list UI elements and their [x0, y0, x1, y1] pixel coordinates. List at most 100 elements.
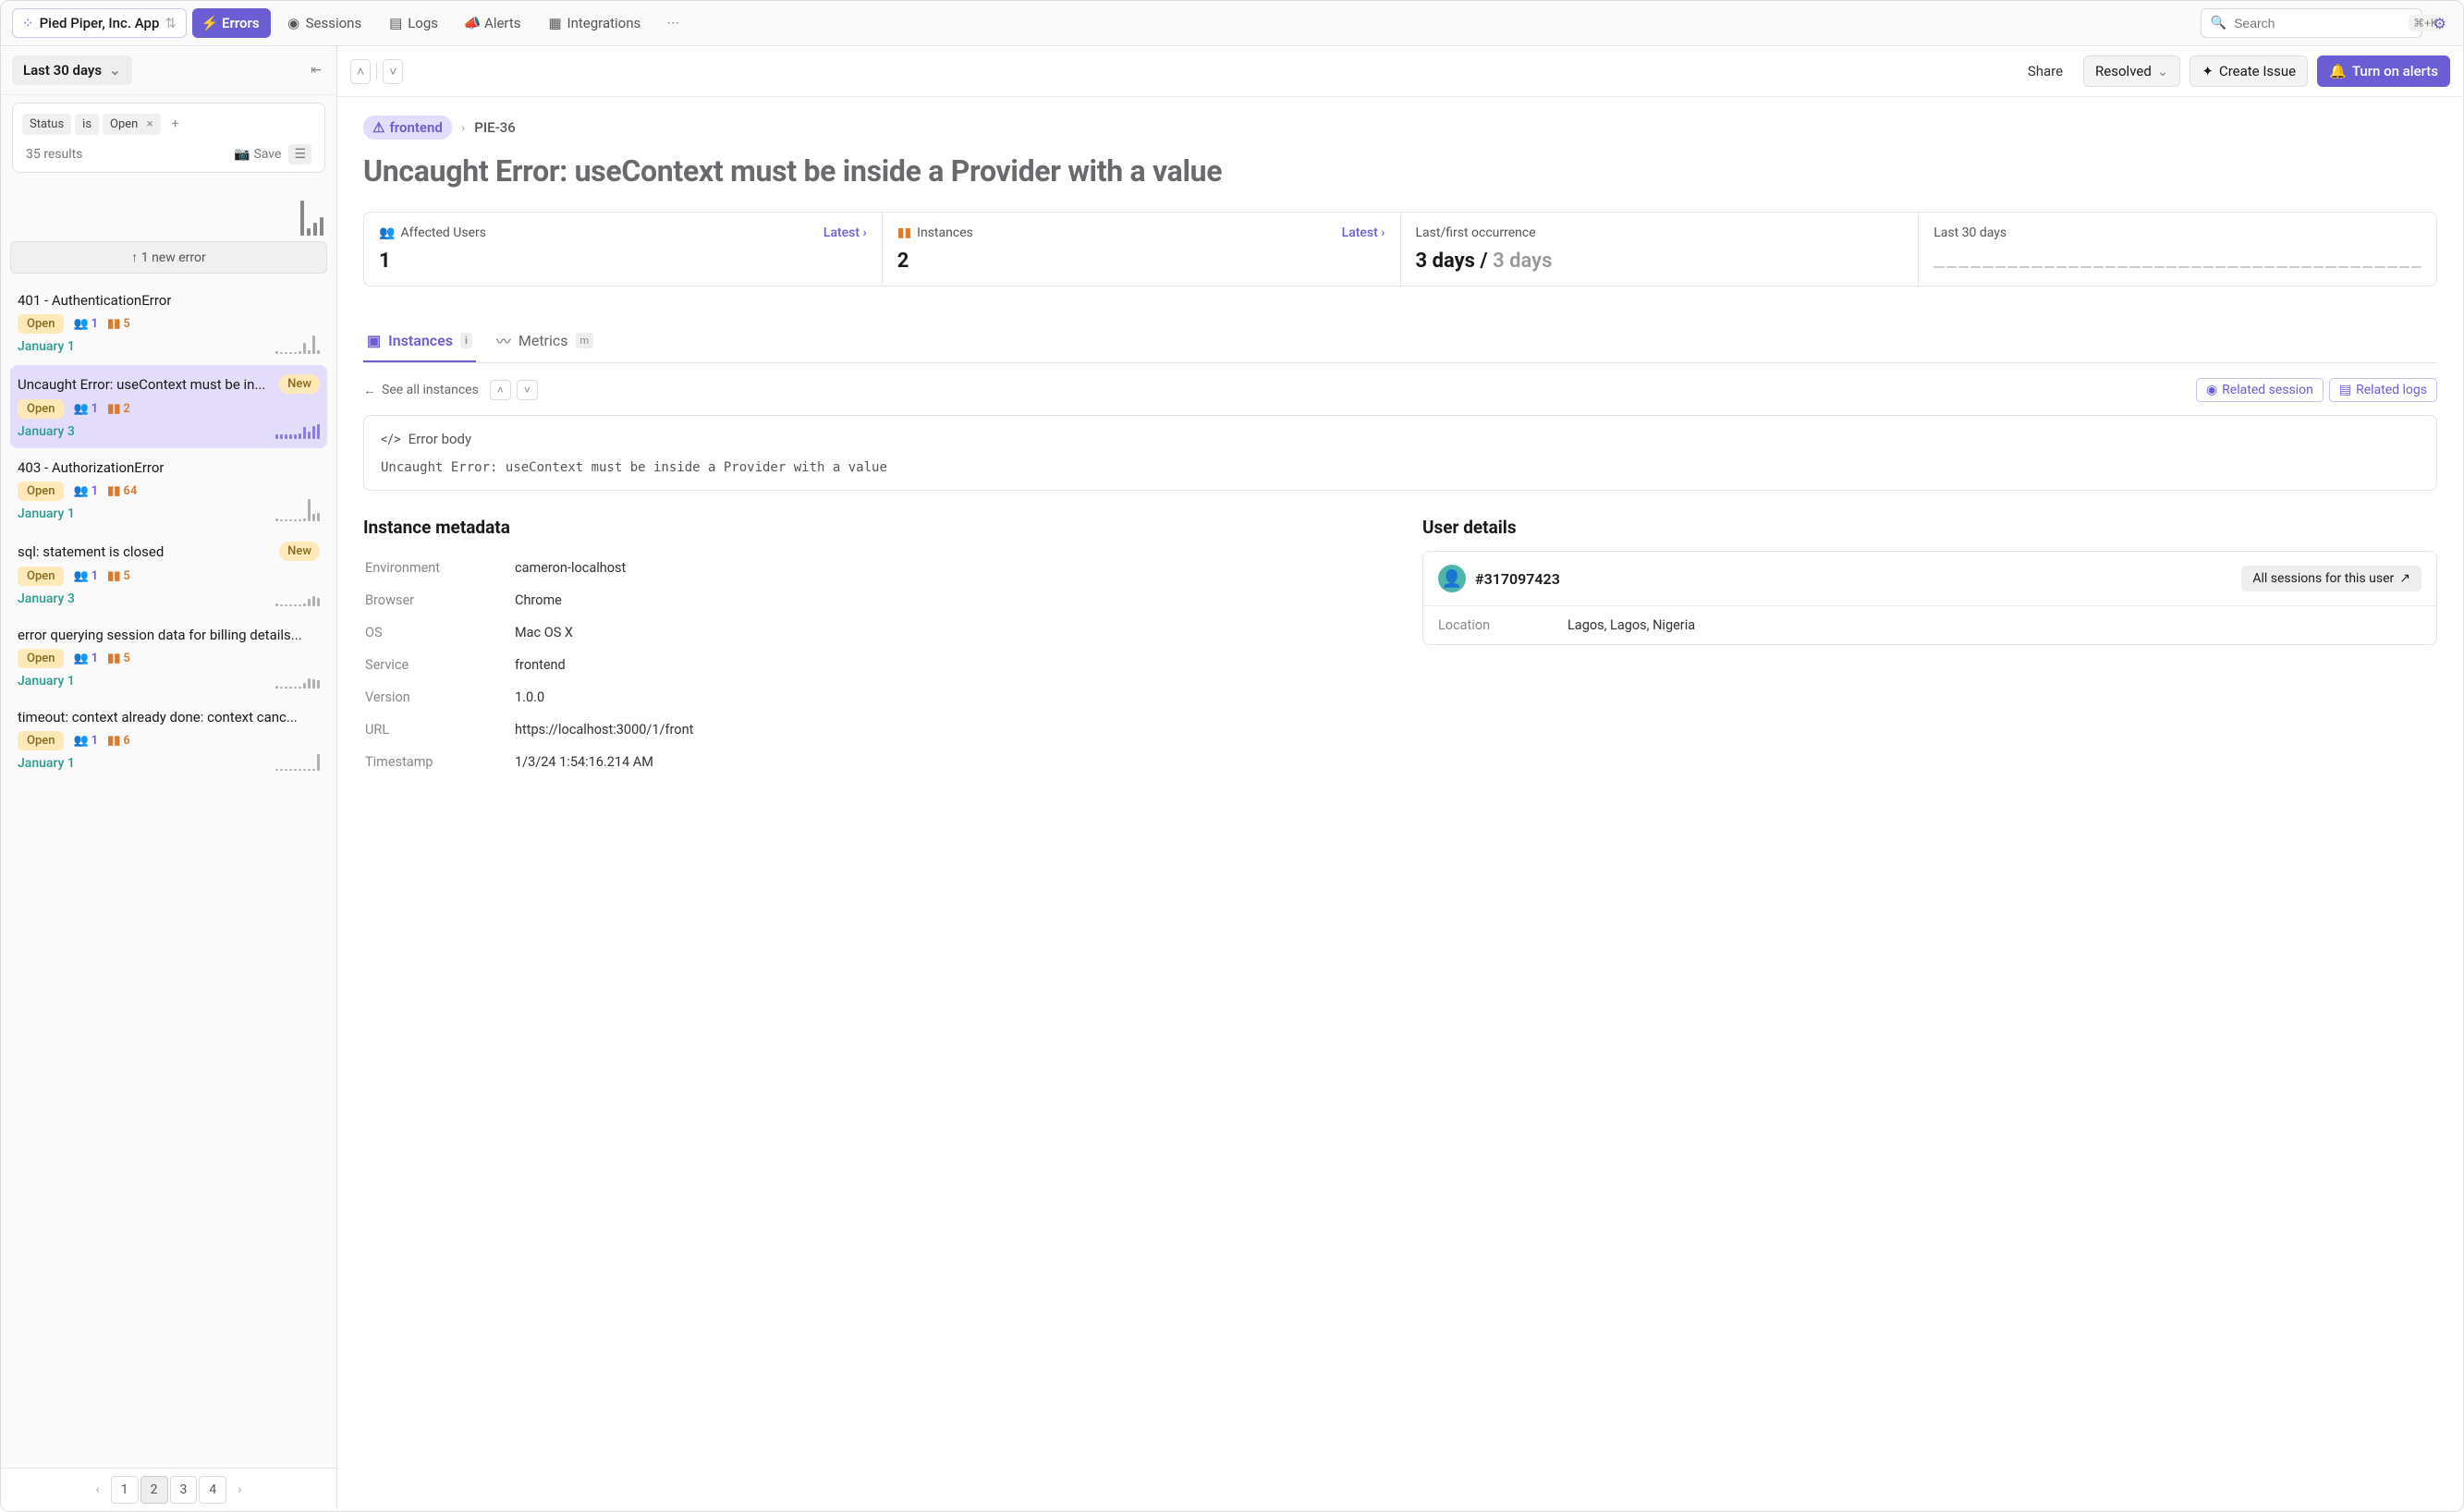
metadata-value: 1/3/24 1:54:16.214 AM — [515, 747, 1376, 777]
instances-count: ▮▮5 — [107, 569, 130, 583]
filter-chip-status-op[interactable]: is — [75, 114, 99, 135]
instances-count: ▮▮5 — [107, 317, 130, 331]
error-body-content: Uncaught Error: useContext must be insid… — [381, 460, 2420, 475]
prev-error-button[interactable]: ˄ — [350, 59, 371, 84]
nav-more[interactable]: ⋯ — [657, 10, 689, 36]
search-input[interactable] — [2234, 16, 2401, 30]
related-session-button[interactable]: ◉ Related session — [2196, 378, 2324, 402]
users-icon: 👥 — [379, 226, 395, 240]
filter-chip-status-key[interactable]: Status — [22, 114, 71, 135]
tab-metrics[interactable]: 〰 Metrics m — [493, 320, 597, 362]
users-count: 👥1 — [73, 734, 98, 748]
nav-logs[interactable]: ▤ Logs — [378, 8, 449, 38]
add-filter-button[interactable]: + — [165, 113, 187, 135]
page-3[interactable]: 3 — [170, 1476, 198, 1504]
nav-integrations[interactable]: ▦ Integrations — [538, 8, 653, 38]
error-list-item[interactable]: timeout: context already done: context c… — [10, 700, 327, 780]
plus-sparkle-icon: ✦ — [2202, 63, 2214, 79]
users-count: 👥1 — [73, 317, 98, 331]
error-item-title: Uncaught Error: useContext must be in... — [18, 376, 265, 393]
search-box[interactable]: 🔍 ⌘+K — [2201, 8, 2422, 38]
bars-icon: ▮▮ — [107, 569, 120, 583]
share-button[interactable]: Share — [2017, 56, 2074, 86]
instances-latest-link[interactable]: Latest › — [1342, 226, 1385, 240]
users-icon: 👥 — [73, 569, 88, 583]
turn-on-alerts-button[interactable]: 🔔 Turn on alerts — [2317, 55, 2450, 87]
error-list-item[interactable]: 403 - AuthorizationError Open 👥1 ▮▮64 Ja… — [10, 450, 327, 530]
stat-range-sparkline: Last 30 days — [1919, 213, 2436, 286]
sidebar: Last 30 days ⌄ ⇤ Status is Open × + 35 r… — [1, 46, 337, 1511]
affected-users-value: 1 — [379, 250, 867, 273]
status-badge: Open — [18, 314, 64, 334]
nav-integrations-label: Integrations — [567, 15, 641, 31]
detail-tabs: ▣ Instances i 〰 Metrics m — [363, 320, 2437, 363]
sidebar-sparkline — [8, 184, 329, 236]
camera-icon: 📷 — [234, 147, 250, 162]
all-sessions-button[interactable]: All sessions for this user ↗ — [2241, 566, 2421, 591]
create-issue-button[interactable]: ✦ Create Issue — [2190, 55, 2308, 87]
tab-instances[interactable]: ▣ Instances i — [363, 320, 476, 362]
metadata-value: Chrome — [515, 585, 1376, 616]
next-error-button[interactable]: ˅ — [383, 59, 403, 84]
page-2[interactable]: 2 — [140, 1476, 168, 1504]
instance-prev[interactable]: ˄ — [490, 380, 511, 400]
error-list-item[interactable]: Uncaught Error: useContext must be in...… — [10, 365, 327, 448]
breadcrumb-service[interactable]: ⚠ frontend — [363, 116, 452, 140]
chevron-right-icon: › — [461, 119, 466, 136]
error-item-sparkline — [275, 335, 320, 354]
error-item-title: 401 - AuthenticationError — [18, 292, 171, 309]
error-list-item[interactable]: 401 - AuthenticationError Open 👥1 ▮▮5 Ja… — [10, 283, 327, 363]
users-icon: 👥 — [73, 734, 88, 748]
error-body-card: </> Error body Uncaught Error: useContex… — [363, 415, 2437, 491]
metadata-value: frontend — [515, 650, 1376, 680]
layers-button[interactable]: ☰ — [288, 144, 311, 165]
breadcrumb: ⚠ frontend › PIE-36 — [363, 116, 2437, 140]
nav-errors[interactable]: ⚡ Errors — [192, 8, 271, 38]
new-error-banner[interactable]: ↑ 1 new error — [10, 241, 327, 274]
related-logs-button[interactable]: ▤ Related logs — [2329, 378, 2437, 402]
affected-users-latest-link[interactable]: Latest › — [823, 226, 867, 240]
error-list: 401 - AuthenticationError Open 👥1 ▮▮5 Ja… — [1, 279, 336, 1468]
terminal-icon: ▣ — [367, 332, 381, 349]
status-dropdown[interactable]: Resolved ⌄ — [2083, 55, 2180, 87]
filter-bar: Status is Open × + 35 results 📷 Save — [12, 103, 325, 173]
remove-filter-icon[interactable]: × — [147, 117, 153, 131]
chevron-down-icon: ⌄ — [2157, 63, 2169, 79]
metadata-row: Version1.0.0 — [365, 682, 1376, 713]
nav-sessions[interactable]: ◉ Sessions — [276, 8, 373, 38]
page-next[interactable]: › — [228, 1477, 250, 1503]
instance-next[interactable]: ˅ — [517, 380, 538, 400]
page-prev[interactable]: ‹ — [87, 1477, 109, 1503]
error-item-date: January 1 — [18, 756, 320, 771]
metadata-row: URLhttps://localhost:3000/1/front — [365, 714, 1376, 745]
error-list-item[interactable]: sql: statement is closed New Open 👥1 ▮▮5… — [10, 532, 327, 616]
user-location-value: Lagos, Lagos, Nigeria — [1567, 617, 1695, 633]
metadata-row: Timestamp1/3/24 1:54:16.214 AM — [365, 747, 1376, 777]
error-item-title: error querying session data for billing … — [18, 627, 302, 643]
instances-count: ▮▮6 — [107, 734, 130, 748]
date-range-label: Last 30 days — [23, 62, 102, 79]
bars-icon: ▮▮ — [107, 652, 120, 665]
metadata-value: https://localhost:3000/1/front — [515, 714, 1376, 745]
error-list-item[interactable]: error querying session data for billing … — [10, 617, 327, 698]
nav-alerts[interactable]: 📣 Alerts — [455, 8, 532, 38]
status-badge: Open — [18, 731, 64, 750]
save-query-button[interactable]: 📷 Save — [234, 147, 281, 162]
date-range-selector[interactable]: Last 30 days ⌄ — [12, 55, 132, 85]
project-selector[interactable]: ⁘ Pied Piper, Inc. App ⇅ — [12, 8, 187, 38]
error-item-sparkline — [275, 596, 320, 606]
code-icon: </> — [381, 431, 401, 447]
chevron-down-icon: ⌄ — [109, 62, 121, 79]
metadata-title: Instance metadata — [363, 517, 1378, 538]
status-badge: Open — [18, 399, 64, 419]
see-all-instances-link[interactable]: ← See all instances — [363, 383, 479, 398]
users-icon: 👥 — [73, 317, 88, 331]
filter-chip-status-val[interactable]: Open × — [103, 114, 161, 135]
page-4[interactable]: 4 — [199, 1476, 226, 1504]
collapse-sidebar-button[interactable]: ⇤ — [307, 59, 325, 81]
error-item-title: sql: statement is closed — [18, 543, 164, 560]
metadata-value: cameron-localhost — [515, 553, 1376, 583]
page-1[interactable]: 1 — [111, 1476, 139, 1504]
settings-button[interactable]: ⚙ — [2428, 9, 2452, 38]
user-card: 👤 #317097423 All sessions for this user … — [1422, 551, 2437, 645]
